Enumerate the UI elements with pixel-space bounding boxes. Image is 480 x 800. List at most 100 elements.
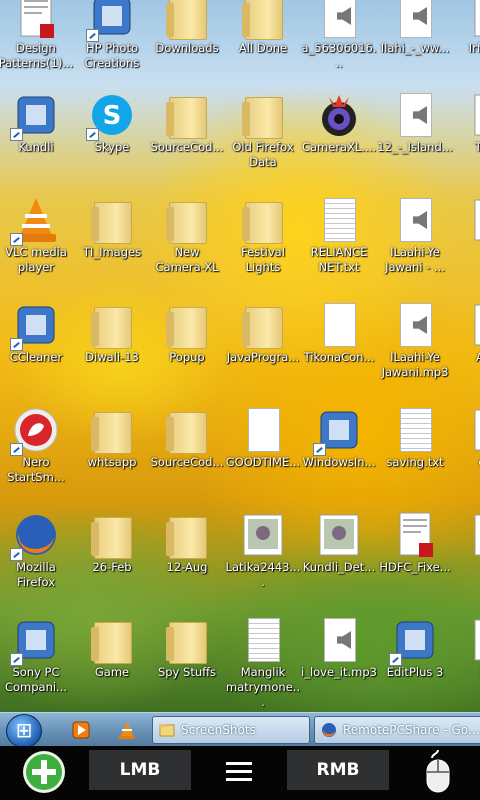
- media-player-icon[interactable]: [72, 721, 90, 739]
- desktop-icon[interactable]: TikonaCon...: [301, 301, 377, 365]
- desktop-icon[interactable]: Game: [74, 616, 150, 680]
- icon-glyph: [391, 196, 439, 244]
- desktop-icon[interactable]: RELIANCE NET.txt: [301, 196, 377, 275]
- icon-glyph: [391, 0, 439, 40]
- desktop-icon[interactable]: Kundli_Det...: [301, 511, 377, 575]
- desktop-icon[interactable]: Downloads: [149, 0, 225, 56]
- desktop-icon[interactable]: Diwali-13: [74, 301, 150, 365]
- folder-icon: [91, 307, 132, 349]
- partial-icon: [467, 91, 480, 143]
- desktop-icon-label: All Done: [238, 41, 288, 55]
- text-file-icon: [324, 198, 356, 242]
- desktop-icon[interactable]: Irfa Thu: [453, 0, 480, 56]
- vlc-icon[interactable]: [118, 721, 136, 739]
- desktop-icon-label: Diwali-13: [85, 350, 139, 364]
- start-button[interactable]: [6, 714, 42, 748]
- desktop-icon[interactable]: HDFC_Fixe...: [377, 511, 453, 575]
- shortcut-arrow-icon: [86, 29, 99, 42]
- desktop-icon[interactable]: A Em: [453, 301, 480, 365]
- desktop-icon[interactable]: Nero StartSm...: [0, 406, 74, 485]
- desktop-icon[interactable]: Manglik matrymone...: [225, 616, 301, 710]
- desktop-icon[interactable]: i_love_it.mp3: [301, 616, 377, 680]
- desktop-icon[interactable]: Old Firefox Data: [225, 91, 301, 170]
- desktop-icon-label: 12-Aug: [166, 560, 208, 574]
- desktop-icon[interactable]: SourceCod...: [149, 406, 225, 470]
- desktop-icon[interactable]: 12_-_Island...: [377, 91, 453, 155]
- desktop-icon[interactable]: WindowsIn...: [301, 406, 377, 470]
- icon-glyph: [10, 406, 60, 456]
- desktop-icon-label: Sony PC Compani...: [4, 665, 68, 694]
- desktop-icon-label: 12_-_Island...: [377, 140, 453, 154]
- desktop-icon[interactable]: Festival Lights: [225, 196, 301, 275]
- desktop-icon[interactable]: 26-Feb: [74, 511, 150, 575]
- right-mouse-button[interactable]: RMB: [287, 750, 389, 790]
- desktop-icon[interactable]: whtsapp: [74, 406, 150, 470]
- desktop-icon[interactable]: All Done: [225, 0, 301, 56]
- desktop-icon-label: saving.txt: [386, 455, 444, 469]
- desktop-icon[interactable]: ILaahi-Ye Jawani.mp3: [377, 301, 453, 380]
- desktop-icon[interactable]: Latika2443....: [225, 511, 301, 590]
- folder-icon: [91, 622, 132, 664]
- desktop-icon-label: JavaProgra...: [226, 350, 300, 364]
- icon-glyph: [467, 301, 480, 349]
- taskbar-button-remotepcshare[interactable]: RemotePCShare - Go...: [314, 716, 480, 744]
- desktop-icon[interactable]: New Camera-XL: [149, 196, 225, 275]
- icon-glyph: [239, 0, 287, 40]
- desktop[interactable]: Design Patterns(1)... HP Photo Creations D…: [0, 0, 480, 712]
- menu-icon[interactable]: [226, 760, 252, 782]
- folder-icon: [166, 307, 207, 349]
- icon-glyph: [10, 616, 60, 666]
- desktop-icon[interactable]: Mozilla Firefox: [0, 511, 74, 590]
- desktop-icon[interactable]: a_56306016...: [301, 0, 377, 71]
- shortcut-arrow-icon: [389, 653, 402, 666]
- desktop-icon[interactable]: saving.txt: [377, 406, 453, 470]
- partial-icon: [467, 406, 480, 458]
- desktop-icon[interactable]: ILaahi-Ye Jawani - ...: [377, 196, 453, 275]
- desktop-icon[interactable]: VLC media player: [0, 196, 74, 275]
- text-file-icon: [248, 618, 280, 662]
- desktop-icon[interactable]: CCleaner: [0, 301, 74, 365]
- icon-glyph: [315, 196, 363, 244]
- desktop-icon[interactable]: Boo: [453, 616, 480, 680]
- folder-icon: [91, 517, 132, 559]
- svg-text:S: S: [103, 101, 122, 131]
- desktop-icon[interactable]: poli: [453, 511, 480, 575]
- folder-icon: [91, 412, 132, 454]
- desktop-icon[interactable]: e Sh: [453, 406, 480, 470]
- desktop-icon[interactable]: S Skype: [74, 91, 150, 155]
- desktop-icon[interactable]: GOODTIME...: [225, 406, 301, 470]
- desktop-icon[interactable]: Popup: [149, 301, 225, 365]
- desktop-icon[interactable]: c: [453, 196, 480, 260]
- desktop-icon[interactable]: HP Photo Creations: [74, 0, 150, 71]
- taskbar-button-screenshots[interactable]: ScreenShots: [152, 716, 310, 744]
- desktop-icon[interactable]: JavaProgra...: [225, 301, 301, 365]
- desktop-icon[interactable]: Th Sh: [453, 91, 480, 155]
- desktop-icon[interactable]: Kundli: [0, 91, 74, 155]
- desktop-icon-label: Design Patterns(1)...: [0, 41, 74, 70]
- icon-glyph: [163, 196, 211, 244]
- desktop-icon[interactable]: Spy Stuffs: [149, 616, 225, 680]
- desktop-icon-label: SourceCod...: [150, 455, 224, 469]
- desktop-icon-label: ILaahi-Ye Jawani.mp3: [381, 350, 449, 379]
- desktop-icon[interactable]: Sony PC Compani...: [0, 616, 74, 695]
- pdf-icon: [391, 511, 439, 563]
- desktop-icon[interactable]: EditPlus 3: [377, 616, 453, 680]
- icon-glyph: [239, 91, 287, 139]
- mouse-icon[interactable]: [424, 748, 452, 796]
- icon-glyph: [313, 406, 363, 456]
- left-mouse-button[interactable]: LMB: [89, 750, 191, 790]
- desktop-icon-label: Mozilla Firefox: [16, 560, 56, 589]
- desktop-icon[interactable]: Design Patterns(1)...: [0, 0, 74, 71]
- desktop-icon[interactable]: TI_Images: [74, 196, 150, 260]
- desktop-icon-label: GOODTIME...: [225, 455, 301, 469]
- shortcut-arrow-icon: [10, 233, 23, 246]
- desktop-icon[interactable]: 12-Aug: [149, 511, 225, 575]
- add-plus-icon[interactable]: [22, 750, 66, 794]
- desktop-icon-label: Spy Stuffs: [157, 665, 217, 679]
- desktop-icon-label: Nero StartSm...: [7, 455, 65, 484]
- desktop-icon[interactable]: Ilahi_-_ww...: [377, 0, 453, 56]
- icon-glyph: [163, 91, 211, 139]
- desktop-icon[interactable]: CameraXL....: [301, 91, 377, 155]
- document-icon: [248, 408, 280, 452]
- desktop-icon[interactable]: SourceCod...: [149, 91, 225, 155]
